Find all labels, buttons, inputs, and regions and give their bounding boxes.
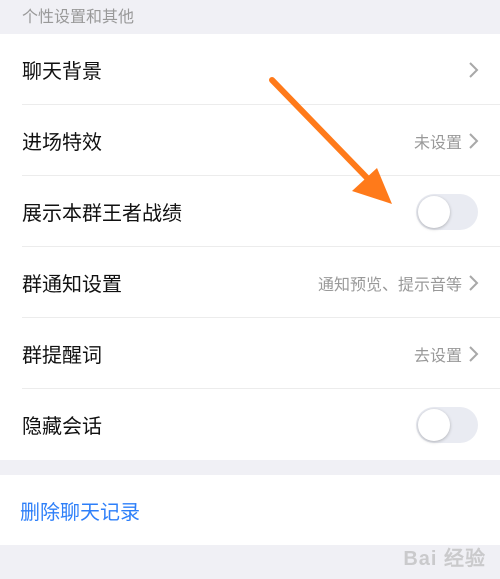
- row-label: 群通知设置: [22, 272, 122, 296]
- row-right: [416, 406, 480, 443]
- row-right: 未设置: [414, 129, 480, 153]
- row-value: 去设置: [413, 345, 462, 365]
- watermark-logo: Bai 经验: [403, 548, 486, 570]
- hide-conversation-toggle[interactable]: [416, 406, 478, 443]
- row-show-honor-stats: 展示本群王者战绩: [0, 176, 500, 247]
- row-right: [468, 61, 480, 79]
- row-label: 群提醒词: [22, 343, 102, 367]
- toggle-knob: [418, 408, 450, 441]
- toggle-knob: [418, 195, 450, 228]
- chevron-right-icon: [469, 274, 479, 291]
- row-label: 进场特效: [22, 130, 102, 154]
- section-gap: [0, 460, 500, 475]
- row-entry-effect[interactable]: 进场特效 未设置: [0, 105, 500, 176]
- delete-chat-history-button[interactable]: 删除聊天记录: [0, 475, 500, 545]
- settings-group: 聊天背景 进场特效 未设置 展示本群王者战绩 群通知设置 通知预览、提示音等 群…: [0, 34, 500, 460]
- row-right: 去设置: [414, 342, 480, 366]
- chevron-right-icon: [469, 61, 479, 78]
- row-group-notification-settings[interactable]: 群通知设置 通知预览、提示音等: [0, 247, 500, 318]
- row-right: 通知预览、提示音等: [318, 271, 480, 295]
- row-value: 通知预览、提示音等: [317, 274, 462, 294]
- row-group-reminder-words[interactable]: 群提醒词 去设置: [0, 318, 500, 389]
- row-label: 聊天背景: [22, 59, 102, 83]
- row-value: 未设置: [413, 132, 462, 152]
- chevron-right-icon: [469, 132, 479, 149]
- delete-chat-history-label: 删除聊天记录: [20, 499, 140, 524]
- row-label: 展示本群王者战绩: [22, 201, 182, 225]
- honor-stats-toggle[interactable]: [416, 193, 478, 230]
- section-header: 个性设置和其他: [0, 0, 500, 34]
- row-label: 隐藏会话: [22, 414, 102, 438]
- row-chat-background[interactable]: 聊天背景: [0, 34, 500, 105]
- row-right: [416, 193, 480, 230]
- row-hide-conversation: 隐藏会话: [0, 389, 500, 460]
- chevron-right-icon: [469, 345, 479, 362]
